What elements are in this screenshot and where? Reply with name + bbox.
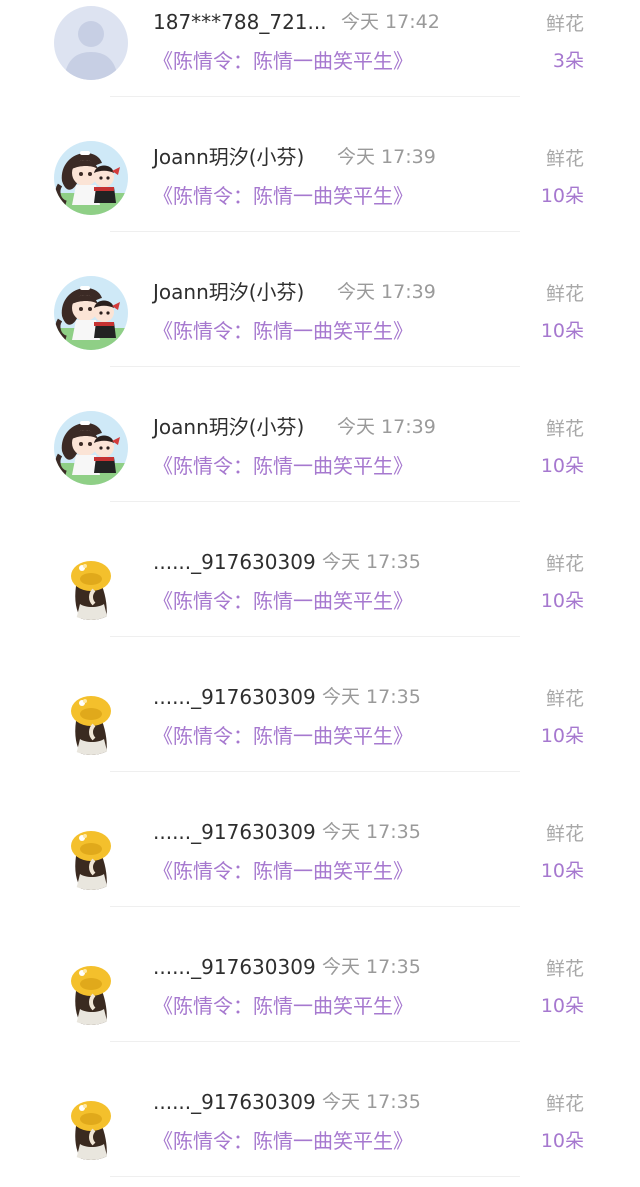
gift-type-label: 鲜花 [545,553,584,575]
gift-record-row[interactable]: Joann玥汐(小芬) 今天 17:39 《陈情令：陈情一曲笑平生》 鲜花 10朵 [0,107,640,242]
gift-count: 10朵 [540,995,584,1017]
gift-count: 3朵 [552,50,584,72]
username[interactable]: Joann玥汐(小芬) [153,145,304,169]
book-title-link[interactable]: 《陈情令：陈情一曲笑平生》 [153,183,413,209]
username[interactable]: Joann玥汐(小芬) [153,415,304,439]
gift-type-label: 鲜花 [545,823,584,845]
gift-count: 10朵 [540,185,584,207]
username[interactable]: ......_917630309 [153,685,316,709]
gift-count: 10朵 [540,1130,584,1152]
gift-type-label: 鲜花 [545,1093,584,1115]
row-divider [110,96,520,97]
timestamp: 今天 17:42 [341,11,440,33]
gift-type-label: 鲜花 [545,283,584,305]
gift-type-label: 鲜花 [545,418,584,440]
book-title-link[interactable]: 《陈情令：陈情一曲笑平生》 [153,993,413,1019]
anime-chibi-avatar[interactable] [54,411,128,485]
book-title-link[interactable]: 《陈情令：陈情一曲笑平生》 [153,1128,413,1154]
timestamp: 今天 17:39 [337,281,436,303]
book-title-link[interactable]: 《陈情令：陈情一曲笑平生》 [153,723,413,749]
timestamp: 今天 17:35 [322,686,421,708]
default-person-avatar[interactable] [54,6,128,80]
book-title-link[interactable]: 《陈情令：陈情一曲笑平生》 [153,588,413,614]
gift-count: 10朵 [540,590,584,612]
username[interactable]: ......_917630309 [153,1090,316,1114]
book-title-link[interactable]: 《陈情令：陈情一曲笑平生》 [153,48,413,74]
row-divider [110,501,520,502]
gift-type-label: 鲜花 [545,148,584,170]
yellow-hat-girl-avatar[interactable] [54,816,128,890]
anime-chibi-avatar[interactable] [54,141,128,215]
gift-count: 10朵 [540,725,584,747]
row-divider [110,906,520,907]
gift-record-row[interactable]: 187***788_721... 今天 17:42 《陈情令：陈情一曲笑平生》 鲜花 3… [0,0,640,107]
row-divider [110,636,520,637]
gift-type-label: 鲜花 [545,13,584,35]
gift-count: 10朵 [540,320,584,342]
yellow-hat-girl-avatar[interactable] [54,681,128,755]
gift-record-row[interactable]: Joann玥汐(小芬) 今天 17:39 《陈情令：陈情一曲笑平生》 鲜花 10朵 [0,377,640,512]
row-divider [110,231,520,232]
book-title-link[interactable]: 《陈情令：陈情一曲笑平生》 [153,858,413,884]
gift-record-row[interactable]: ......_917630309 今天 17:35 《陈情令：陈情一曲笑平生》 鲜花 1… [0,782,640,917]
username[interactable]: ......_917630309 [153,955,316,979]
book-title-link[interactable]: 《陈情令：陈情一曲笑平生》 [153,318,413,344]
timestamp: 今天 17:39 [337,146,436,168]
username[interactable]: ......_917630309 [153,550,316,574]
row-divider [110,1176,520,1177]
gift-record-row[interactable]: ......_917630309 今天 17:35 《陈情令：陈情一曲笑平生》 鲜花 1… [0,1052,640,1187]
gift-type-label: 鲜花 [545,958,584,980]
timestamp: 今天 17:39 [337,416,436,438]
gift-record-row[interactable]: ......_917630309 今天 17:35 《陈情令：陈情一曲笑平生》 鲜花 1… [0,512,640,647]
username[interactable]: Joann玥汐(小芬) [153,280,304,304]
book-title-link[interactable]: 《陈情令：陈情一曲笑平生》 [153,453,413,479]
yellow-hat-girl-avatar[interactable] [54,1086,128,1160]
gift-count: 10朵 [540,860,584,882]
row-divider [110,771,520,772]
username[interactable]: 187***788_721... [153,10,327,34]
yellow-hat-girl-avatar[interactable] [54,951,128,1025]
row-divider [110,366,520,367]
timestamp: 今天 17:35 [322,551,421,573]
gift-count: 10朵 [540,455,584,477]
gift-type-label: 鲜花 [545,688,584,710]
gift-record-row[interactable]: Joann玥汐(小芬) 今天 17:39 《陈情令：陈情一曲笑平生》 鲜花 10朵 [0,242,640,377]
timestamp: 今天 17:35 [322,1091,421,1113]
yellow-hat-girl-avatar[interactable] [54,546,128,620]
anime-chibi-avatar[interactable] [54,276,128,350]
gift-record-row[interactable]: ......_917630309 今天 17:35 《陈情令：陈情一曲笑平生》 鲜花 1… [0,647,640,782]
flower-gift-record-list: 187***788_721... 今天 17:42 《陈情令：陈情一曲笑平生》 鲜花 3… [0,0,640,1177]
gift-record-row[interactable]: ......_917630309 今天 17:35 《陈情令：陈情一曲笑平生》 鲜花 1… [0,917,640,1052]
username[interactable]: ......_917630309 [153,820,316,844]
timestamp: 今天 17:35 [322,821,421,843]
timestamp: 今天 17:35 [322,956,421,978]
row-divider [110,1041,520,1042]
